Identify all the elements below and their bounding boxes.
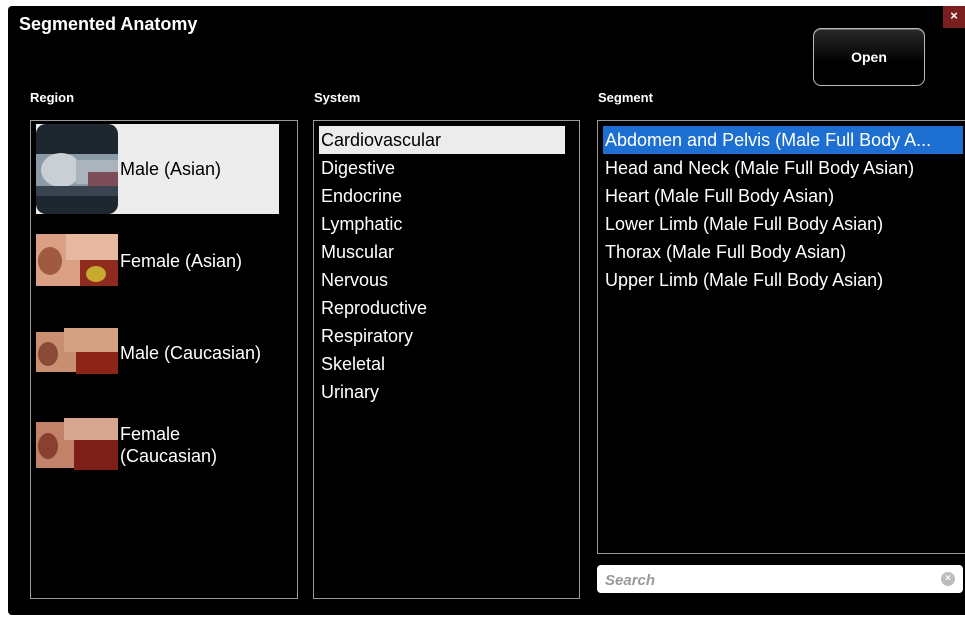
region-item-female-caucasian[interactable]: Female (Caucasian) <box>36 400 279 490</box>
male-caucasian-thumbnail <box>36 308 118 398</box>
dialog-title: Segmented Anatomy <box>19 14 198 34</box>
system-item-digestive[interactable]: Digestive <box>319 154 565 182</box>
region-column-label: Region <box>30 90 75 105</box>
system-list: Cardiovascular Digestive Endocrine Lymph… <box>313 120 580 599</box>
clear-search-icon[interactable]: × <box>941 572 955 586</box>
segment-item-lower-limb[interactable]: Lower Limb (Male Full Body Asian) <box>603 210 963 238</box>
system-column-label: System <box>314 90 361 105</box>
segment-list: Abdomen and Pelvis (Male Full Body A... … <box>597 120 965 554</box>
segment-column-label: Segment <box>598 90 653 105</box>
region-item-female-asian[interactable]: Female (Asian) <box>36 216 279 306</box>
system-item-endocrine[interactable]: Endocrine <box>319 182 565 210</box>
region-label: Female (Asian) <box>120 251 243 271</box>
close-button[interactable]: × <box>943 6 965 28</box>
region-label: Male (Asian) <box>120 159 222 179</box>
female-asian-thumbnail <box>36 216 118 306</box>
segment-item-upper-limb[interactable]: Upper Limb (Male Full Body Asian) <box>603 266 963 294</box>
segment-item-heart[interactable]: Heart (Male Full Body Asian) <box>603 182 963 210</box>
search-input[interactable] <box>603 567 927 593</box>
system-item-reproductive[interactable]: Reproductive <box>319 294 565 322</box>
segment-item-thorax[interactable]: Thorax (Male Full Body Asian) <box>603 238 963 266</box>
region-item-male-caucasian[interactable]: Male (Caucasian) <box>36 308 279 398</box>
system-item-nervous[interactable]: Nervous <box>319 266 565 294</box>
region-label: Male (Caucasian) <box>120 343 262 363</box>
system-item-respiratory[interactable]: Respiratory <box>319 322 565 350</box>
region-label: Female (Caucasian) <box>120 424 218 466</box>
system-item-cardiovascular[interactable]: Cardiovascular <box>319 126 565 154</box>
system-item-muscular[interactable]: Muscular <box>319 238 565 266</box>
segmented-anatomy-dialog: Segmented Anatomy × Open Region System S… <box>8 6 965 615</box>
search-box: × <box>597 565 963 593</box>
region-item-male-asian[interactable]: Male (Asian) <box>36 124 279 214</box>
segment-item-abdomen-pelvis[interactable]: Abdomen and Pelvis (Male Full Body A... <box>603 126 963 154</box>
open-button[interactable]: Open <box>813 28 925 86</box>
system-item-lymphatic[interactable]: Lymphatic <box>319 210 565 238</box>
system-item-urinary[interactable]: Urinary <box>319 378 565 406</box>
female-caucasian-thumbnail <box>36 400 118 490</box>
system-item-skeletal[interactable]: Skeletal <box>319 350 565 378</box>
male-asian-thumbnail <box>36 124 118 214</box>
region-list: Male (Asian) Female (Asian) Male (Caucas… <box>30 120 298 599</box>
segment-item-head-neck[interactable]: Head and Neck (Male Full Body Asian) <box>603 154 963 182</box>
